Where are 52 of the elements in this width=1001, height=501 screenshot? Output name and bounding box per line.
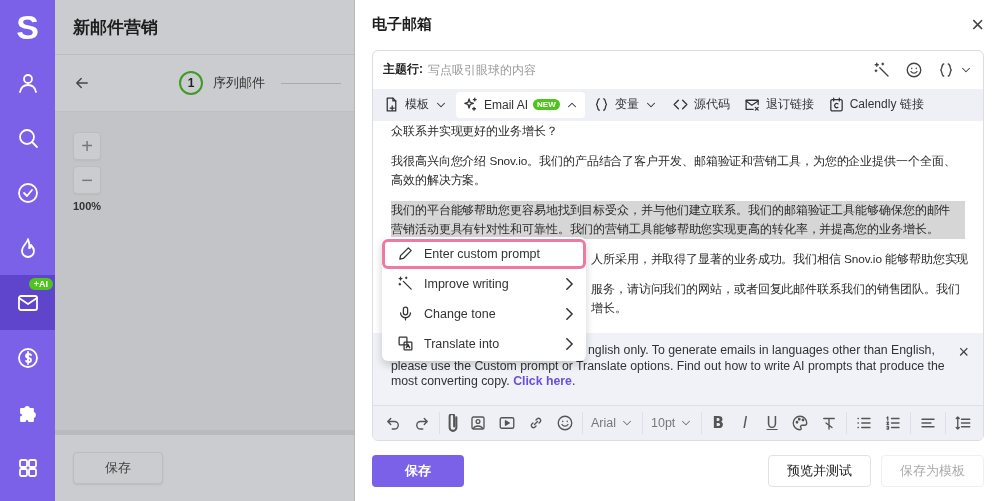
paperclip-icon xyxy=(448,414,458,433)
toolbar-button[interactable]: Calendly 链接 xyxy=(821,91,930,118)
magic-wand-icon xyxy=(397,275,414,293)
email-paragraph: 服务，请访问我们的网站，或者回复此邮件联系我们的销售团队。我们 增长。 xyxy=(591,280,960,317)
toolbar-button[interactable]: 模板 xyxy=(377,91,454,118)
email-paragraph: 人所采用，并取得了显著的业务成功。我们相信 Snov.io 能够帮助您实现 xyxy=(591,250,969,268)
image-icon xyxy=(469,414,487,433)
line-spacing-icon xyxy=(954,414,973,433)
microphone-icon xyxy=(397,305,414,323)
toolbar-button[interactable]: 变量 xyxy=(586,91,664,118)
ai-notice-text: nglish only. To generate emails in languages other than English, xyxy=(588,343,935,359)
step-label[interactable]: 序列邮件 xyxy=(213,74,265,92)
underline-button[interactable]: U xyxy=(761,410,784,437)
panel-title: 电子邮箱 xyxy=(372,15,432,35)
email-paragraph: 我们的平台能够帮助您更容易地找到目标受众，并与他们建立联系。我们的邮箱验证工具能够确保您的邮件 营销活动更具有针对性和可靠性。我们的营销工具能够帮助您实现更高的转化率，并提高您的业务增长。 xyxy=(391,200,965,239)
translate-icon xyxy=(397,335,414,353)
check-circle-icon xyxy=(15,180,40,205)
braces-icon xyxy=(937,60,955,79)
secondary-button[interactable]: 预览并测试 xyxy=(768,455,871,488)
sparkles-icon xyxy=(462,96,479,114)
pencil-icon xyxy=(397,245,414,263)
notice-close-button[interactable]: × xyxy=(958,343,969,362)
emoji-icon xyxy=(905,60,923,79)
dollar-icon xyxy=(15,345,40,370)
logo[interactable]: S xyxy=(0,0,55,55)
save-button[interactable]: 保存 xyxy=(372,455,464,488)
menu-item[interactable]: Enter custom prompt xyxy=(382,238,586,269)
new-badge: NEW xyxy=(533,99,560,111)
numbered-list-icon xyxy=(884,414,903,433)
email-paragraph: 我很高兴向您介绍 Snov.io。我们的产品结合了客户开发、邮箱验证和营销工具，为您的企业提供一个全面、 高效的解决方案。 xyxy=(391,152,957,189)
toolbar-button[interactable]: Email AI NEW xyxy=(456,91,585,118)
email-paragraph: 众联系并实现更好的业务增长？ xyxy=(391,122,559,140)
step-number: 1 xyxy=(179,71,203,95)
magic-wand-icon xyxy=(873,60,891,79)
zoom-level: 100% xyxy=(73,200,103,212)
toolbar-button[interactable]: 源代码 xyxy=(665,91,736,118)
subject-label: 主题行: xyxy=(383,61,423,79)
ai-notice-text: please use the Custom prompt or Translate options. Find out how to write AI prompts that produce the most converting copy. Click here. xyxy=(391,358,945,390)
palette-icon xyxy=(791,414,810,433)
variables-dropdown[interactable] xyxy=(937,60,973,79)
font-dropdown[interactable]: Arial xyxy=(588,410,637,437)
toolbar-button[interactable]: 退订链接 xyxy=(737,91,820,118)
save-button[interactable]: 保存 xyxy=(73,452,163,484)
close-button[interactable]: × xyxy=(971,13,984,36)
ai-badge: +AI xyxy=(28,278,53,290)
font-dropdown[interactable]: 10pt xyxy=(648,410,697,437)
click-here-link[interactable]: Click here xyxy=(513,374,572,389)
emoji-icon xyxy=(556,414,574,433)
page-title: 新邮件营销 xyxy=(73,16,158,39)
bold-button[interactable]: B xyxy=(707,410,730,437)
calendar-icon xyxy=(827,96,845,114)
italic-button[interactable]: I xyxy=(734,410,757,437)
